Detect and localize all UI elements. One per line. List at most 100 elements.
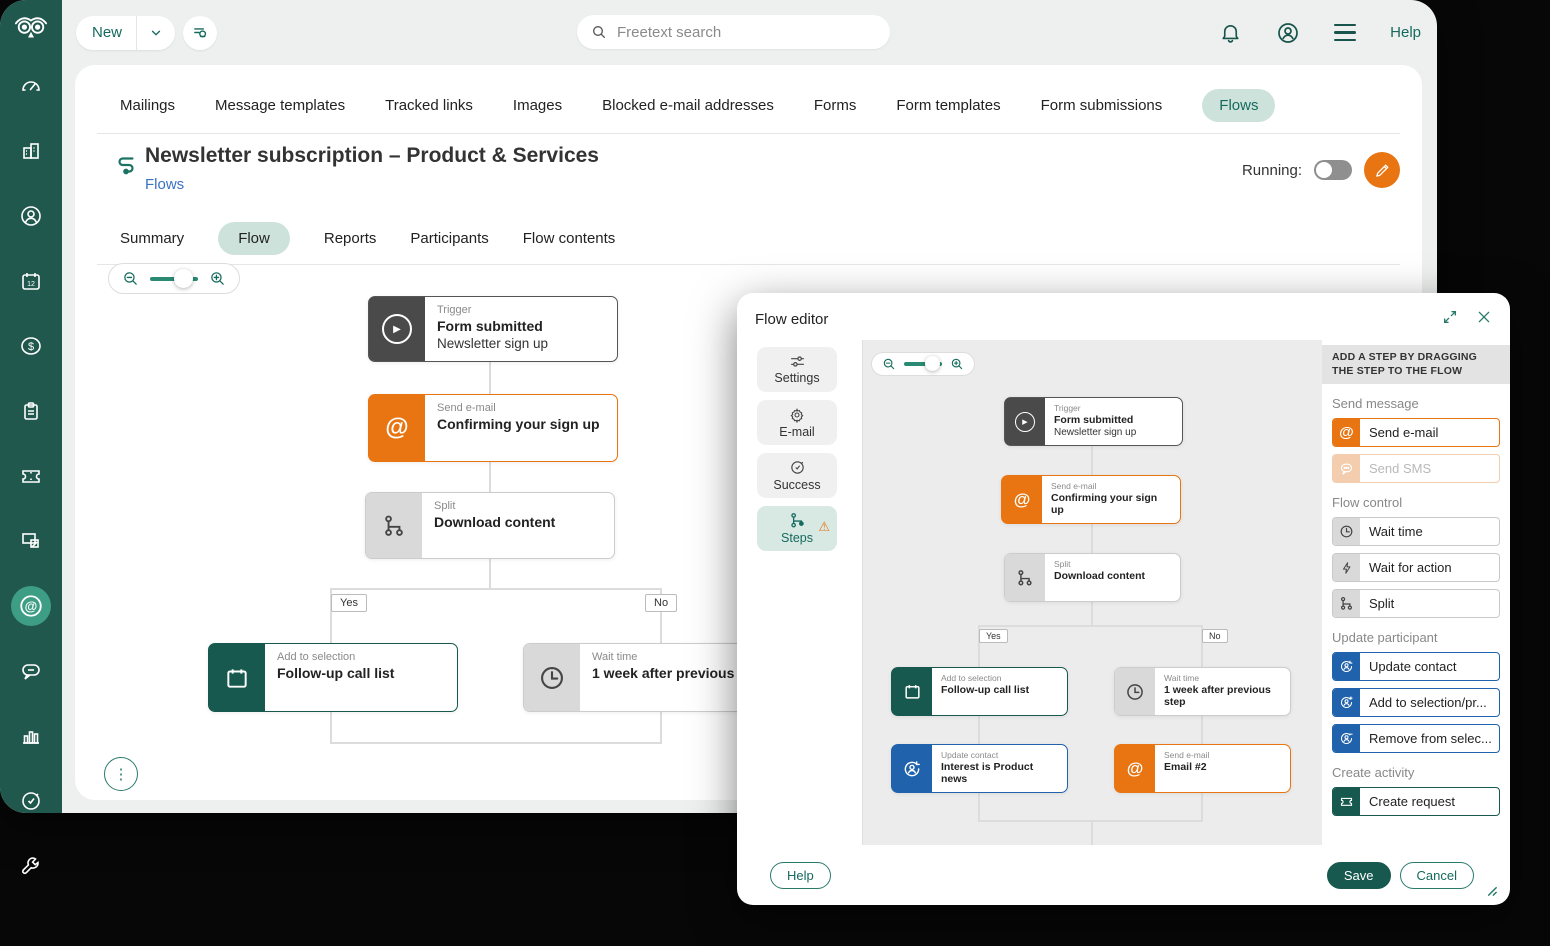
branch-label-yes: Yes [331,594,367,612]
top-bar: New Help [62,0,1437,65]
tab-form-submissions[interactable]: Form submissions [1041,97,1163,114]
zoom-slider[interactable] [150,277,198,281]
branch-label-no: No [1202,629,1228,643]
page-title: Newsletter subscription – Product & Serv… [145,144,599,168]
tab-blocked-email-addresses[interactable]: Blocked e-mail addresses [602,97,774,114]
target-icon [789,459,806,476]
sms-icon [1333,455,1360,482]
sidebar-item-contacts-icon[interactable] [11,196,51,236]
sidebar-item-calendar-icon[interactable]: 12 [11,261,51,301]
new-button[interactable]: New [76,24,136,41]
zoom-out-icon[interactable] [122,270,139,287]
step-wait-time[interactable]: Wait time [1332,517,1500,546]
close-button[interactable] [1476,309,1492,325]
flow-node-split[interactable]: Split Download content [365,492,615,559]
rail-email-button[interactable]: E-mail [757,400,837,445]
connector [978,791,980,820]
sidebar-item-chat-icon[interactable] [11,651,51,691]
play-icon: ▶ [369,297,425,361]
step-remove-from-selection[interactable]: Remove from selec... [1332,724,1500,753]
notifications-button[interactable] [1219,21,1242,44]
sidebar-item-goals-icon[interactable] [11,781,51,821]
svg-text:12: 12 [27,281,35,288]
sidebar-item-reports-icon[interactable] [11,716,51,756]
sidebar-item-tools-icon[interactable] [11,846,51,886]
list-search-button[interactable] [183,16,217,50]
zoom-in-icon[interactable] [209,270,226,287]
more-options-button[interactable]: ⋮ [104,757,138,791]
subtab-participants[interactable]: Participants [410,230,488,247]
step-send-sms[interactable]: Send SMS [1332,454,1500,483]
tab-images[interactable]: Images [513,97,562,114]
tab-tracked-links[interactable]: Tracked links [385,97,473,114]
modal-node-split[interactable]: Split Download content [1004,553,1181,602]
rail-success-button[interactable]: Success [757,453,837,498]
modal-node-wait-time[interactable]: Wait time 1 week after previous step [1114,667,1291,716]
sidebar-item-revenue-icon[interactable]: $ [11,326,51,366]
branch-label-yes: Yes [979,629,1008,643]
gear-icon [789,407,805,423]
step-split[interactable]: Split [1332,589,1500,618]
contact-add-icon [1333,689,1360,716]
subtab-summary[interactable]: Summary [120,230,184,247]
flow-editor-modal: Flow editor Settings E-mail Success [737,293,1510,905]
step-wait-for-action[interactable]: Wait for action [1332,553,1500,582]
modal-flow-canvas[interactable]: Yes No ▶ Trigger Form submitted Newslett… [862,340,1323,845]
resize-handle[interactable] [1485,884,1498,897]
step-update-contact[interactable]: Update contact [1332,652,1500,681]
calendar-icon [209,644,265,711]
list-search-icon [192,24,209,41]
sidebar-item-devices-icon[interactable] [11,521,51,561]
zoom-in-icon[interactable] [950,357,964,371]
edit-button[interactable] [1364,152,1400,188]
play-icon: ▶ [1005,398,1045,445]
step-add-to-selection[interactable]: Add to selection/pr... [1332,688,1500,717]
step-send-email[interactable]: @ Send e-mail [1332,418,1500,447]
menu-button[interactable] [1334,24,1356,41]
breadcrumb-flows-link[interactable]: Flows [145,176,184,193]
sidebar-item-email-marketing-icon[interactable]: @ [11,586,51,626]
subtab-flow-contents[interactable]: Flow contents [523,230,616,247]
flow-node-add-to-selection[interactable]: Add to selection Follow-up call list [208,643,458,712]
modal-help-button[interactable]: Help [770,862,831,889]
cancel-button[interactable]: Cancel [1400,862,1474,889]
modal-node-update-contact[interactable]: Update contact Interest is Product news [891,744,1068,793]
flow-node-send-email[interactable]: @ Send e-mail Confirming your sign up [368,394,618,462]
modal-title: Flow editor [755,311,828,328]
subtab-reports[interactable]: Reports [324,230,377,247]
chevron-down-icon [149,26,163,40]
sidebar-item-organization-icon[interactable] [11,131,51,171]
contact-update-icon [892,745,932,792]
new-dropdown-button[interactable] [137,26,175,40]
rail-steps-button[interactable]: Steps ⚠ [757,506,837,551]
help-link[interactable]: Help [1390,24,1421,41]
connector [1091,522,1093,553]
save-button[interactable]: Save [1327,862,1391,889]
modal-node-add-to-selection[interactable]: Add to selection Follow-up call list [891,667,1068,716]
account-button[interactable] [1276,21,1300,45]
tab-form-templates[interactable]: Form templates [896,97,1000,114]
zoom-out-icon[interactable] [882,357,896,371]
search-input[interactable] [615,23,839,42]
rail-settings-button[interactable]: Settings [757,347,837,392]
step-create-request[interactable]: Create request [1332,787,1500,816]
modal-node-send-email[interactable]: @ Send e-mail Confirming your sign up [1001,475,1181,524]
tab-message-templates[interactable]: Message templates [215,97,345,114]
owl-logo-icon[interactable] [12,12,50,46]
sidebar-item-tasks-icon[interactable] [11,391,51,431]
flow-node-trigger[interactable]: ▶ Trigger Form submitted Newsletter sign… [368,296,618,362]
tab-flows[interactable]: Flows [1202,89,1275,122]
modal-node-email2[interactable]: @ Send e-mail Email #2 [1114,744,1291,793]
connector [489,460,491,492]
modal-node-trigger[interactable]: ▶ Trigger Form submitted Newsletter sign… [1004,397,1183,446]
tab-forms[interactable]: Forms [814,97,857,114]
warning-icon: ⚠ [818,519,830,535]
sidebar-item-dashboard-icon[interactable] [11,66,51,106]
expand-button[interactable] [1442,309,1458,325]
connector [330,588,662,590]
sidebar-item-ticket-icon[interactable] [11,456,51,496]
modal-zoom-slider[interactable] [904,362,942,366]
tab-mailings[interactable]: Mailings [120,97,175,114]
running-toggle[interactable] [1314,160,1352,180]
step-panel: ADD A STEP BY DRAGGING THE STEP TO THE F… [1322,340,1510,845]
